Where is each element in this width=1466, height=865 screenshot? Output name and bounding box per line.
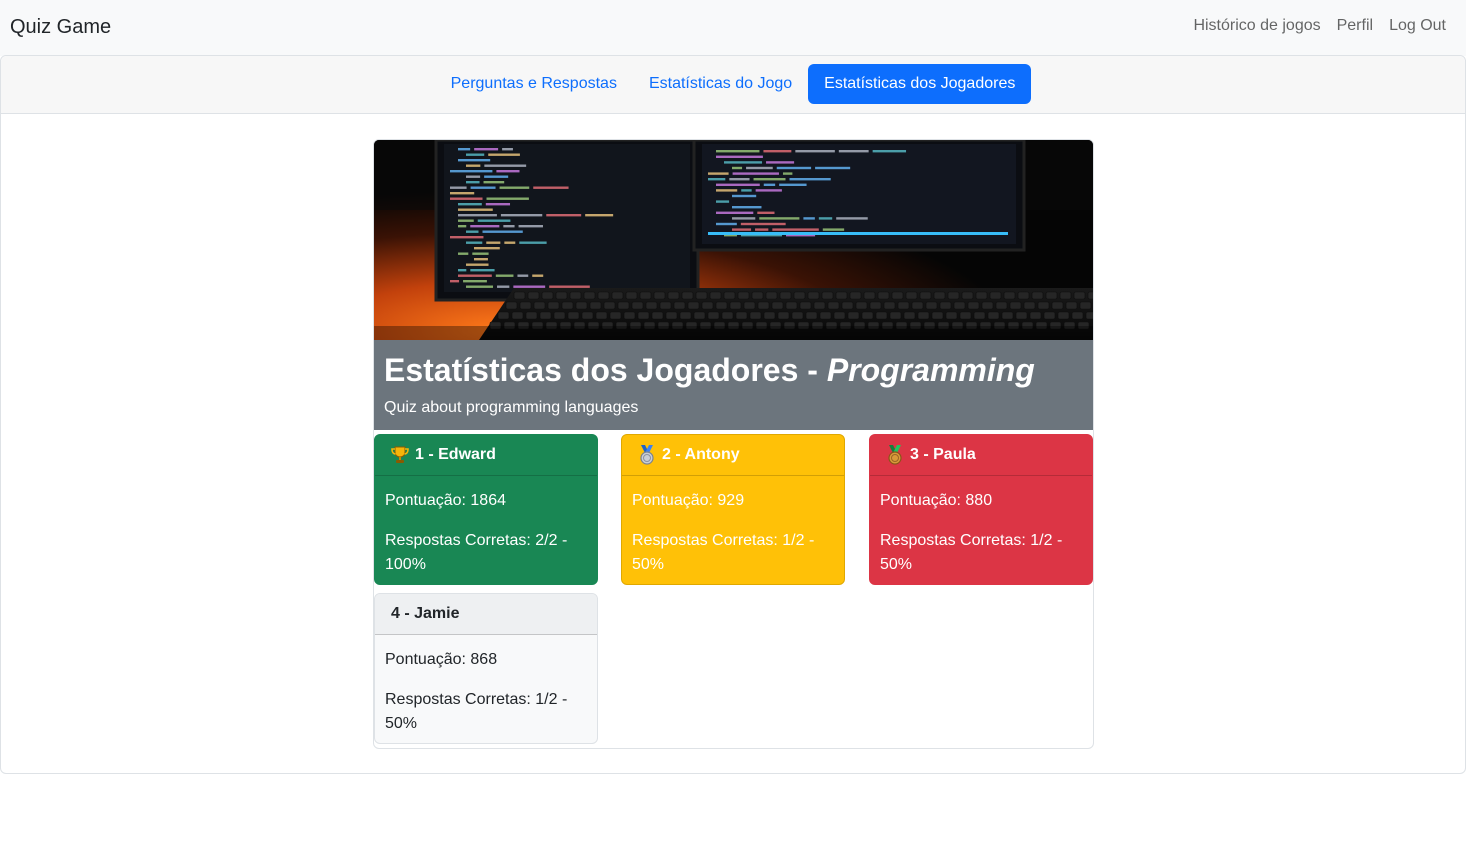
tab-questions-answers[interactable]: Perguntas e Respostas [435, 64, 633, 104]
player-card-4: 4 - Jamie Pontuação: 868 Respostas Corre… [374, 593, 598, 744]
player-score: Pontuação: 868 [385, 651, 498, 668]
tab-player-stats[interactable]: Estatísticas dos Jogadores [808, 64, 1032, 104]
tab-header: Perguntas e Respostas Estatísticas do Jo… [1, 56, 1465, 114]
quiz-name: Programming [826, 352, 1035, 388]
player-correct-answers: Respostas Corretas: 1/2 - 50% [632, 532, 815, 573]
player-card-body: Pontuação: 868 Respostas Corretas: 1/2 -… [375, 635, 597, 736]
player-stats-card: Estatísticas dos Jogadores - Programming… [373, 139, 1094, 749]
nav-link-logout[interactable]: Log Out [1389, 17, 1446, 35]
brand-link[interactable]: Quiz Game [10, 16, 111, 39]
bronze-medal-icon [888, 445, 902, 465]
player-name: 3 - Paula [910, 446, 976, 463]
silver-medal-icon [640, 445, 654, 465]
title-prefix: Estatísticas dos Jogadores - [384, 352, 827, 388]
player-score: Pontuação: 1864 [385, 492, 506, 509]
stats-header: Estatísticas dos Jogadores - Programming… [374, 340, 1093, 430]
player-card-header: 2 - Antony [622, 435, 844, 476]
stats-tab-card: Perguntas e Respostas Estatísticas do Jo… [0, 55, 1466, 774]
player-name: 2 - Antony [662, 446, 740, 463]
player-name: 1 - Edward [415, 446, 496, 463]
player-card-2: 2 - Antony Pontuação: 929 Respostas Corr… [621, 434, 845, 585]
tab-game-stats[interactable]: Estatísticas do Jogo [633, 64, 808, 104]
player-card-header: 3 - Paula [870, 435, 1092, 476]
player-card-1: 1 - Edward Pontuação: 1864 Respostas Cor… [374, 434, 598, 585]
nav-link-game-history[interactable]: Histórico de jogos [1193, 17, 1320, 35]
player-card-header: 4 - Jamie [375, 594, 597, 635]
tab-list: Perguntas e Respostas Estatísticas do Jo… [1, 64, 1465, 104]
player-correct-answers: Respostas Corretas: 1/2 - 50% [385, 691, 568, 732]
top-navbar: Quiz Game Histórico de jogos Perfil Log … [0, 0, 1466, 56]
trophy-icon [391, 446, 409, 463]
programming-hero-image [374, 140, 1093, 340]
player-score: Pontuação: 929 [632, 492, 745, 509]
player-score: Pontuação: 880 [880, 492, 993, 509]
player-card-body: Pontuação: 1864 Respostas Corretas: 2/2 … [375, 476, 597, 577]
nav-link-profile[interactable]: Perfil [1337, 17, 1373, 35]
quiz-description: Quiz about programming languages [384, 399, 639, 416]
page-title: Estatísticas dos Jogadores - Programming [384, 352, 1035, 389]
navbar-links: Histórico de jogos Perfil Log Out [1193, 17, 1446, 35]
player-correct-answers: Respostas Corretas: 1/2 - 50% [880, 532, 1063, 573]
player-card-body: Pontuação: 880 Respostas Corretas: 1/2 -… [870, 476, 1092, 577]
player-name: 4 - Jamie [391, 605, 460, 622]
player-card-3: 3 - Paula Pontuação: 880 Respostas Corre… [869, 434, 1093, 585]
player-correct-answers: Respostas Corretas: 2/2 - 100% [385, 532, 568, 573]
player-card-header: 1 - Edward [375, 435, 597, 476]
player-card-body: Pontuação: 929 Respostas Corretas: 1/2 -… [622, 476, 844, 577]
